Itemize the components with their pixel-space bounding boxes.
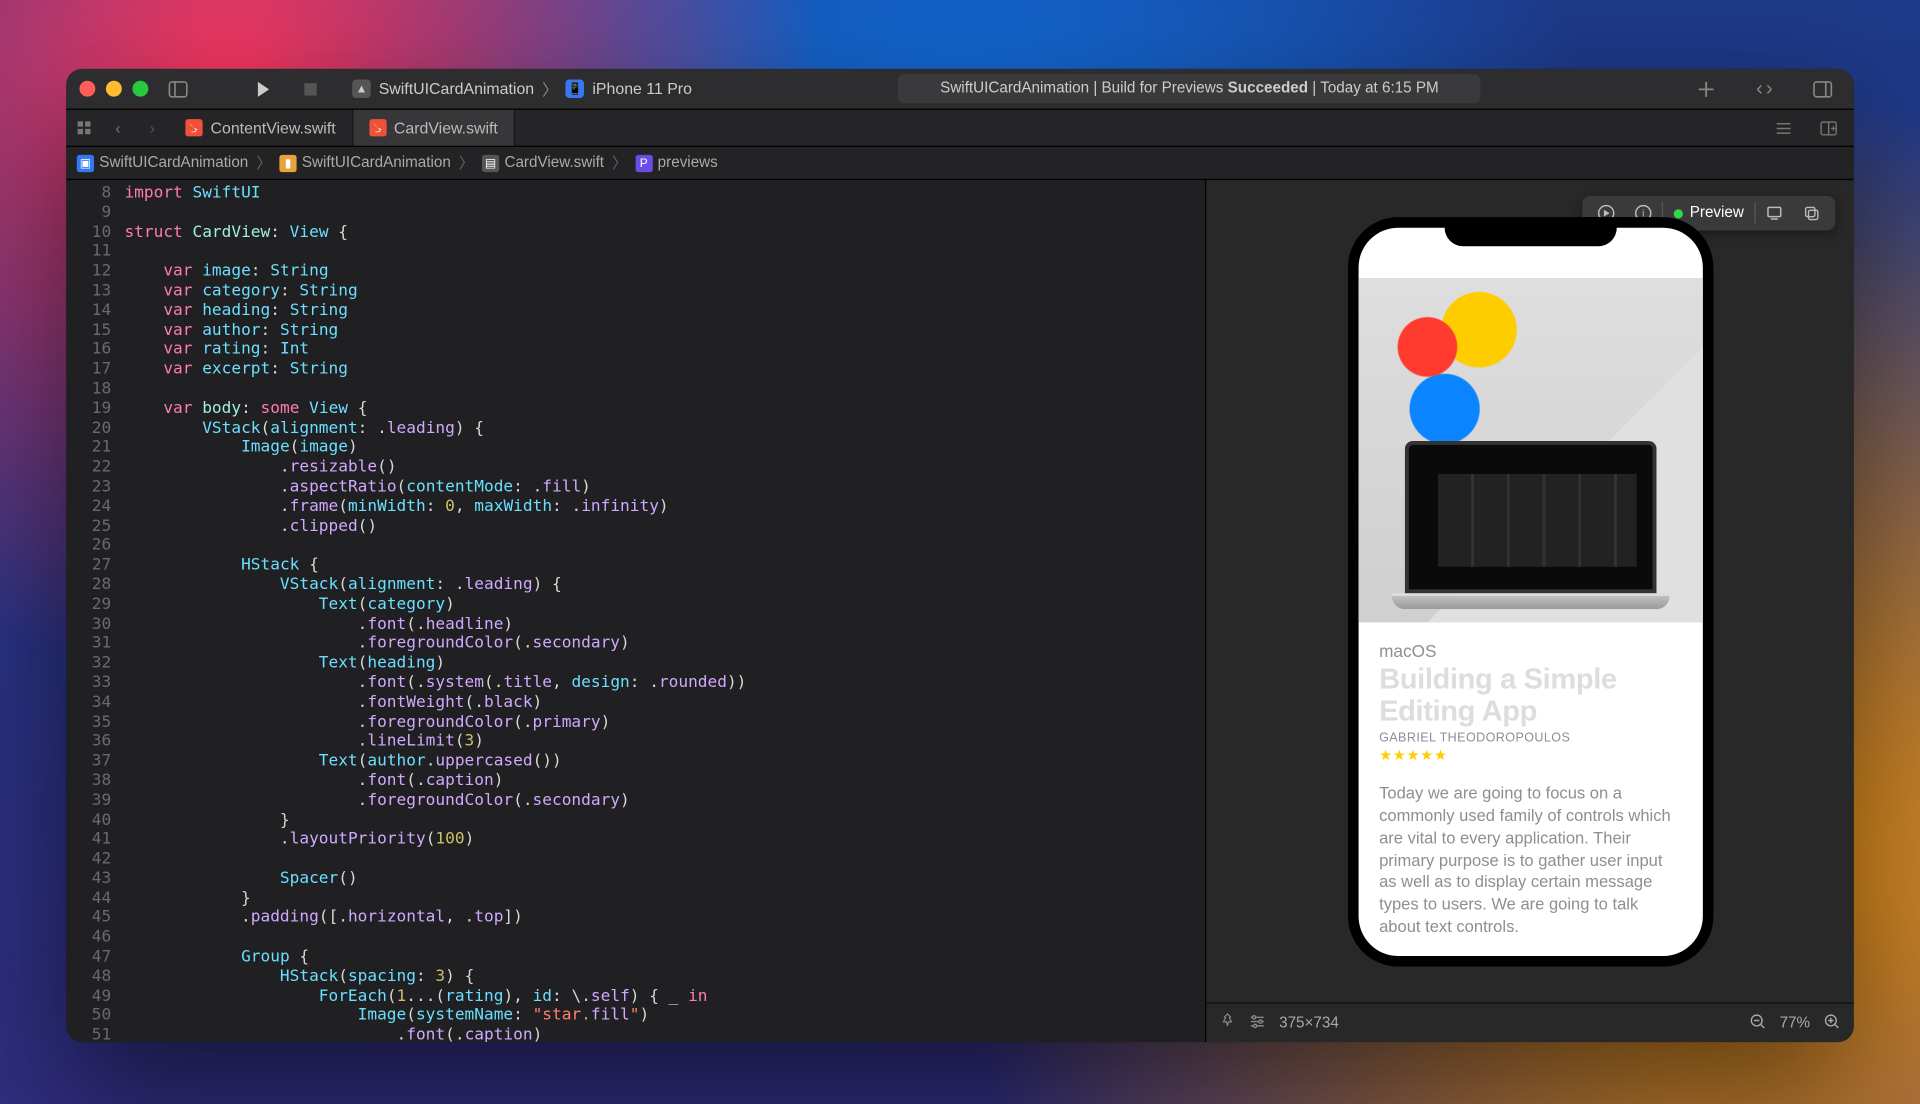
breadcrumb-symbol[interactable]: previews — [658, 155, 718, 171]
device-notch — [1444, 216, 1616, 245]
toggle-inspectors-icon[interactable] — [1803, 74, 1840, 103]
folder-icon: ▮ — [279, 154, 296, 171]
tab-label: ContentView.swift — [211, 119, 336, 138]
tab-label: CardView.swift — [394, 119, 498, 138]
tab-bar: ‹ › ContentView.swift CardView.swift — [66, 110, 1854, 147]
zoom-out-button[interactable] — [1749, 1012, 1766, 1033]
library-button[interactable] — [1687, 74, 1724, 103]
settings-icon[interactable] — [1249, 1012, 1266, 1033]
app-icon: ▲ — [352, 79, 371, 98]
editor-options-icon[interactable] — [1766, 110, 1800, 146]
status-text-suffix: | Today at 6:15 PM — [1312, 81, 1438, 97]
card-rating-stars: ★★★★★ — [1379, 747, 1681, 764]
preview-canvas: i Preview — [1205, 180, 1854, 1042]
titlebar: ▲ SwiftUICardAnimation 〉 📱 iPhone 11 Pro… — [66, 69, 1854, 110]
scheme-device: iPhone 11 Pro — [592, 79, 692, 98]
breadcrumb-project[interactable]: SwiftUICardAnimation — [99, 155, 248, 171]
status-text-bold: Succeeded — [1228, 81, 1308, 97]
nav-forward-button[interactable]: › — [135, 110, 169, 146]
scheme-selector[interactable]: ▲ SwiftUICardAnimation 〉 📱 iPhone 11 Pro — [352, 77, 692, 100]
file-icon: ▤ — [482, 154, 499, 171]
swift-file-icon — [185, 119, 202, 136]
symbol-icon: P — [635, 154, 652, 171]
code-content[interactable]: import SwiftUI struct CardView: View { v… — [124, 180, 746, 1042]
close-button[interactable] — [79, 81, 95, 97]
code-review-button[interactable] — [1745, 74, 1782, 103]
card-heading: Building a Simple Editing App — [1379, 663, 1681, 727]
canvas-dimensions: 375×734 — [1279, 1015, 1339, 1031]
window-controls — [79, 81, 148, 97]
jump-bar[interactable]: ▣ SwiftUICardAnimation 〉 ▮ SwiftUICardAn… — [66, 147, 1854, 180]
breadcrumb-file[interactable]: CardView.swift — [504, 155, 604, 171]
nav-back-button[interactable]: ‹ — [101, 110, 135, 146]
zoom-level[interactable]: 77% — [1780, 1015, 1810, 1031]
card-excerpt: Today we are going to focus on a commonl… — [1379, 782, 1681, 938]
tab-cardview[interactable]: CardView.swift — [353, 110, 515, 146]
related-items-icon[interactable] — [66, 110, 100, 146]
preview-device-button[interactable] — [1756, 196, 1793, 230]
device-screen[interactable]: macOS Building a Simple Editing App GABR… — [1358, 227, 1702, 955]
toggle-navigator-icon[interactable] — [159, 74, 196, 103]
code-editor[interactable]: 8910111213141516171819202122232425262728… — [66, 180, 1205, 1042]
xcode-window: ▲ SwiftUICardAnimation 〉 📱 iPhone 11 Pro… — [66, 69, 1854, 1042]
zoom-in-button[interactable] — [1823, 1012, 1840, 1033]
device-frame: macOS Building a Simple Editing App GABR… — [1347, 216, 1712, 965]
scheme-project: SwiftUICardAnimation — [379, 79, 534, 98]
zoom-button[interactable] — [132, 81, 148, 97]
pin-icon[interactable] — [1220, 1013, 1236, 1033]
run-button[interactable] — [244, 74, 281, 103]
project-icon: ▣ — [77, 154, 94, 171]
duplicate-preview-button[interactable] — [1793, 196, 1830, 230]
breadcrumb-folder[interactable]: SwiftUICardAnimation — [302, 155, 451, 171]
device-icon: 📱 — [566, 79, 585, 98]
minimize-button[interactable] — [106, 81, 122, 97]
card-author: GABRIEL THEODOROPOULOS — [1379, 731, 1681, 746]
card-category: macOS — [1379, 640, 1681, 660]
add-editor-icon[interactable] — [1811, 110, 1845, 146]
status-text-prefix: SwiftUICardAnimation | Build for Preview… — [940, 81, 1223, 97]
status-dot-icon — [1674, 209, 1683, 218]
canvas-footer: 375×734 77% — [1206, 1002, 1854, 1042]
activity-status: SwiftUICardAnimation | Build for Preview… — [898, 74, 1481, 103]
preview-label: Preview — [1690, 205, 1744, 221]
tab-contentview[interactable]: ContentView.swift — [169, 110, 352, 146]
card-image — [1358, 277, 1702, 621]
line-gutter: 8910111213141516171819202122232425262728… — [66, 180, 124, 1042]
swift-file-icon — [369, 119, 386, 136]
stop-button[interactable] — [291, 74, 328, 103]
